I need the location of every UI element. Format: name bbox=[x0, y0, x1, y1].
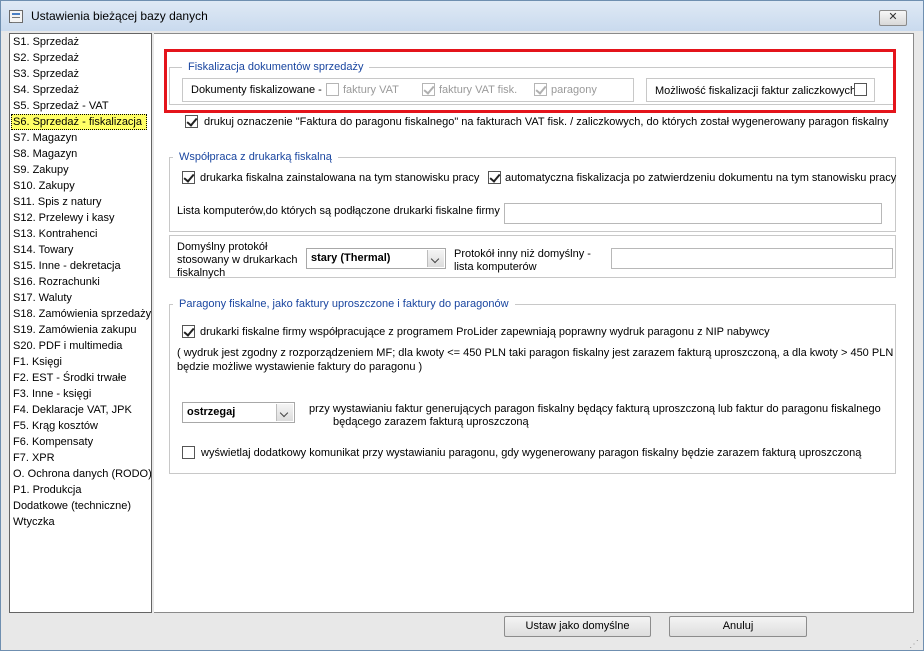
sidebar-item[interactable]: F3. Inne - księgi bbox=[10, 386, 151, 402]
sidebar-item[interactable]: S19. Zamówienia zakupu bbox=[10, 322, 151, 338]
drukuj-oznaczenie-checkbox[interactable] bbox=[185, 115, 198, 128]
auto-fiskalizacja-label: automatyczna fiskalizacja po zatwierdzen… bbox=[505, 172, 897, 184]
sidebar-item[interactable]: S15. Inne - dekretacja bbox=[10, 258, 151, 274]
sidebar-item[interactable]: S1. Sprzedaż bbox=[10, 34, 151, 50]
protocol-value: stary (Thermal) bbox=[311, 252, 391, 264]
sidebar-item[interactable]: S4. Sprzedaż bbox=[10, 82, 151, 98]
auto-fiskalizacja-checkbox[interactable] bbox=[488, 171, 501, 184]
sidebar-item[interactable]: S18. Zamówienia sprzedaży bbox=[10, 306, 151, 322]
extra-message-checkbox[interactable] bbox=[182, 446, 195, 459]
warn-select[interactable]: ostrzegaj bbox=[182, 402, 295, 423]
title-bar: Ustawienia bieżącej bazy danych ✕ bbox=[1, 1, 923, 31]
drukuj-oznaczenie-label: drukuj oznaczenie "Faktura do paragonu f… bbox=[204, 116, 889, 128]
chevron-down-icon[interactable] bbox=[427, 250, 444, 267]
protocol-other-input[interactable] bbox=[611, 248, 893, 269]
close-icon: ✕ bbox=[888, 11, 898, 23]
sidebar-item[interactable]: Dodatkowe (techniczne) bbox=[10, 498, 151, 514]
settings-category-list[interactable]: S1. Sprzedaż S2. Sprzedaż S3. Sprzedaż S4. … bbox=[9, 33, 152, 613]
sidebar-item[interactable]: Wtyczka bbox=[10, 514, 151, 530]
sidebar-item[interactable]: S2. Sprzedaż bbox=[10, 50, 151, 66]
sidebar-item[interactable]: F6. Kompensaty bbox=[10, 434, 151, 450]
sidebar-item[interactable]: S9. Zakupy bbox=[10, 162, 151, 178]
paragon-nip-checkbox[interactable] bbox=[182, 325, 195, 338]
drukarka-installed-label: drukarka fiskalna zainstalowana na tym s… bbox=[200, 172, 480, 184]
close-button[interactable]: ✕ bbox=[879, 10, 907, 26]
cancel-button[interactable]: Anuluj bbox=[669, 616, 807, 637]
sidebar-item[interactable]: S6. Sprzedaż - fiskalizacja bbox=[11, 114, 147, 130]
chevron-down-icon[interactable] bbox=[276, 404, 293, 421]
sidebar-item[interactable]: S13. Kontrahenci bbox=[10, 226, 151, 242]
sidebar-item[interactable]: S10. Zakupy bbox=[10, 178, 151, 194]
sidebar-item[interactable]: S17. Waluty bbox=[10, 290, 151, 306]
sidebar-item[interactable]: F2. EST - Środki trwałe bbox=[10, 370, 151, 386]
drukarka-legend: Współpraca z drukarką fiskalną bbox=[173, 151, 338, 163]
window-icon bbox=[9, 10, 23, 23]
sidebar-item[interactable]: F5. Krąg kosztów bbox=[10, 418, 151, 434]
sidebar-item[interactable]: O. Ochrona danych (RODO) bbox=[10, 466, 151, 482]
paragony-legend: Paragony fiskalne, jako faktury uproszcz… bbox=[173, 298, 515, 310]
sidebar-item[interactable]: P1. Produkcja bbox=[10, 482, 151, 498]
computers-list-label: Lista komputerów,do których są podłączon… bbox=[177, 205, 500, 217]
warn-label-line2: będącego zarazem fakturą uproszczoną bbox=[333, 416, 529, 428]
warn-value: ostrzegaj bbox=[187, 406, 236, 418]
settings-window: Ustawienia bieżącej bazy danych ✕ S1. Sp… bbox=[0, 0, 924, 651]
sidebar-item[interactable]: S5. Sprzedaż - VAT bbox=[10, 98, 151, 114]
protocol-label: Domyślny protokół stosowany w drukarkach… bbox=[177, 241, 298, 279]
paragon-nip-label: drukarki fiskalne firmy współpracujące z… bbox=[200, 326, 770, 338]
sidebar-item[interactable]: S7. Magazyn bbox=[10, 130, 151, 146]
sidebar-item[interactable]: S12. Przelewy i kasy bbox=[10, 210, 151, 226]
extra-message-label: wyświetlaj dodatkowy komunikat przy wyst… bbox=[201, 447, 862, 459]
window-title: Ustawienia bieżącej bazy danych bbox=[31, 9, 208, 23]
sidebar-item[interactable]: S11. Spis z natury bbox=[10, 194, 151, 210]
drukarka-installed-checkbox[interactable] bbox=[182, 171, 195, 184]
sidebar-item[interactable]: S14. Towary bbox=[10, 242, 151, 258]
button-bar: Ustaw jako domyślne Anuluj bbox=[1, 613, 923, 650]
protocol-select[interactable]: stary (Thermal) bbox=[306, 248, 446, 269]
sidebar-item[interactable]: S20. PDF i multimedia bbox=[10, 338, 151, 354]
sidebar-item[interactable]: S16. Rozrachunki bbox=[10, 274, 151, 290]
highlight-frame bbox=[164, 49, 896, 113]
protocol-other-label: Protokół inny niż domyślny - lista kompu… bbox=[454, 248, 591, 273]
sidebar-item[interactable]: F1. Księgi bbox=[10, 354, 151, 370]
sidebar-item[interactable]: F7. XPR bbox=[10, 450, 151, 466]
warn-label-line1: przy wystawianiu faktur generujących par… bbox=[309, 403, 881, 415]
resize-grip-icon[interactable] bbox=[907, 637, 919, 650]
sidebar-item[interactable]: F4. Deklaracje VAT, JPK bbox=[10, 402, 151, 418]
sidebar-item[interactable]: S3. Sprzedaż bbox=[10, 66, 151, 82]
set-default-button[interactable]: Ustaw jako domyślne bbox=[504, 616, 651, 637]
computers-list-input[interactable] bbox=[504, 203, 882, 224]
paragon-note-line1: ( wydruk jest zgodny z rozporządzeniem M… bbox=[177, 347, 894, 359]
paragon-note-line2: będzie możliwe wystawienie faktury do pa… bbox=[177, 361, 423, 373]
sidebar-item[interactable]: S8. Magazyn bbox=[10, 146, 151, 162]
